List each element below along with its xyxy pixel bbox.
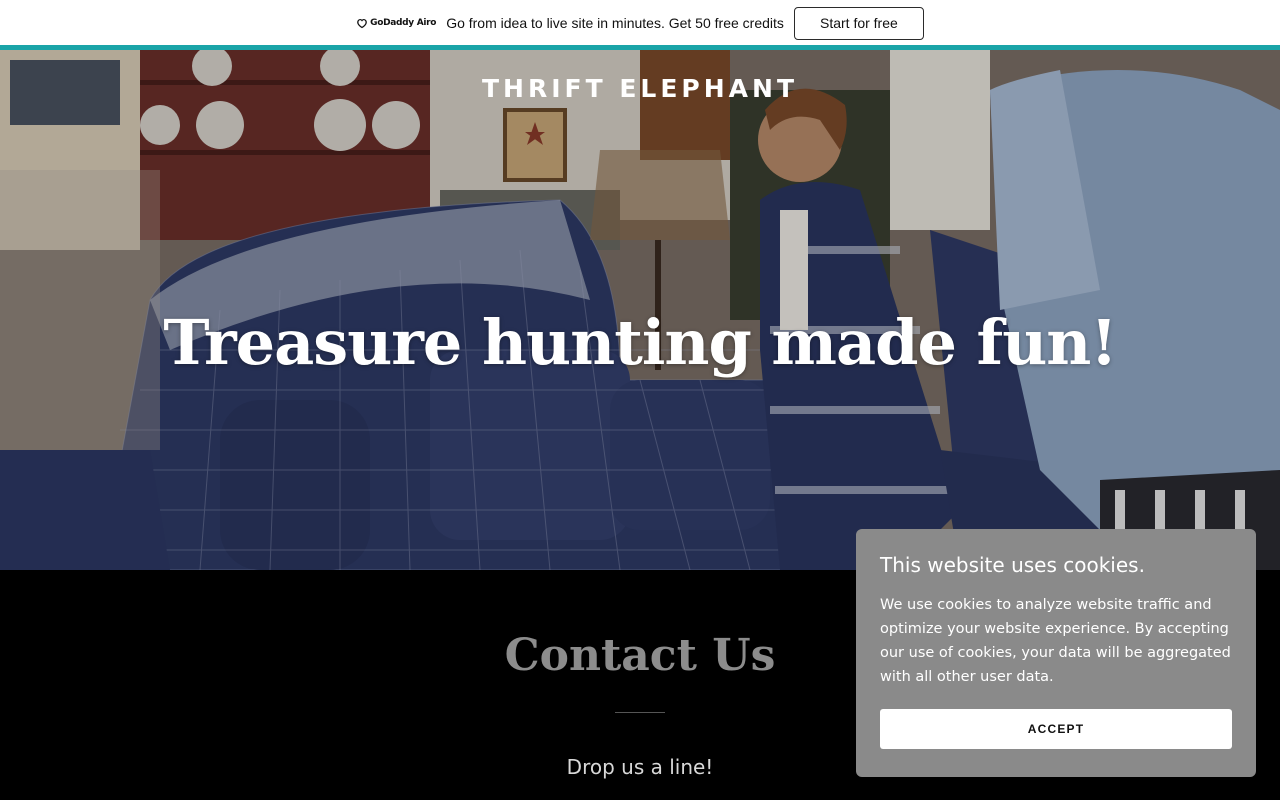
promo-bar: GoDaddy Airo Go from idea to live site i… xyxy=(0,0,1280,46)
cookie-banner-title: This website uses cookies. xyxy=(880,553,1145,577)
godaddy-heart-icon xyxy=(357,18,367,29)
accept-cookies-button[interactable]: ACCEPT xyxy=(880,709,1232,749)
cookie-banner: This website uses cookies. We use cookie… xyxy=(856,529,1256,777)
section-divider xyxy=(615,712,665,713)
hero-section: THRIFT ELEPHANT Treasure hunting made fu… xyxy=(0,50,1280,570)
godaddy-airo-logo[interactable]: GoDaddy Airo xyxy=(356,17,436,29)
start-for-free-button[interactable]: Start for free xyxy=(793,6,924,40)
cookie-banner-text: We use cookies to analyze website traffi… xyxy=(880,597,1231,685)
promo-message: Go from idea to live site in minutes. Ge… xyxy=(446,15,784,31)
hero-title: Treasure hunting made fun! xyxy=(163,306,1117,379)
site-brand-logo[interactable]: THRIFT ELEPHANT xyxy=(0,74,1280,103)
logo-text: GoDaddy Airo xyxy=(370,18,437,28)
